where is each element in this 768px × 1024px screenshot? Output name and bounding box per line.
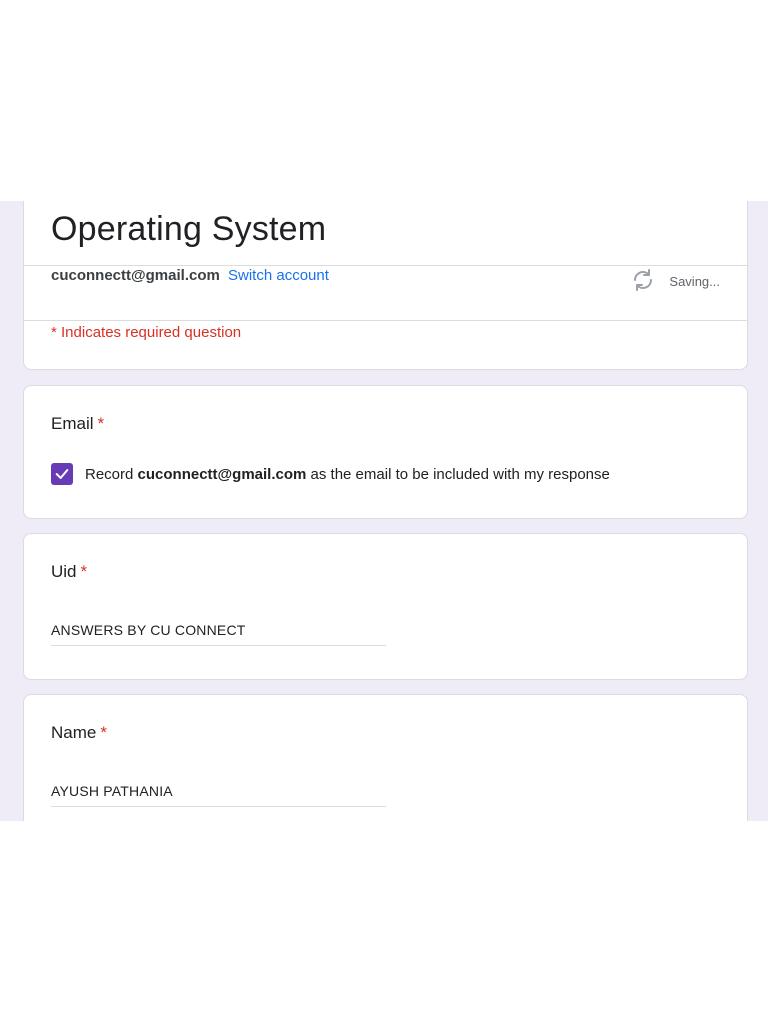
account-email: cuconnectt@gmail.com <box>51 267 220 284</box>
record-email-option[interactable]: Record cuconnectt@gmail.com as the email… <box>51 463 610 485</box>
record-email: cuconnectt@gmail.com <box>137 465 307 483</box>
account-row: cuconnectt@gmail.com Switch account <box>51 267 329 284</box>
uid-input[interactable]: ANSWERS BY CU CONNECT <box>51 622 386 646</box>
record-email-label: Record cuconnectt@gmail.com as the email… <box>85 466 610 483</box>
question-label: Uid <box>51 562 77 581</box>
saving-status: Saving... <box>631 268 720 295</box>
record-suffix: as the email to be included with my resp… <box>310 465 610 483</box>
checkmark-icon <box>55 469 69 479</box>
required-note: * Indicates required question <box>51 324 242 341</box>
question-label: Name <box>51 723 97 742</box>
question-card-name: Name * AYUSH PATHANIA <box>23 694 748 821</box>
required-asterisk: * <box>100 723 107 742</box>
form-title: Operating System <box>51 210 327 248</box>
name-input[interactable]: AYUSH PATHANIA <box>51 783 386 807</box>
question-card-uid: Uid * ANSWERS BY CU CONNECT <box>23 533 748 680</box>
header-divider-2 <box>24 320 747 321</box>
sync-icon <box>631 268 655 295</box>
question-label: Email <box>51 414 94 433</box>
form-header-card: Operating System cuconnectt@gmail.com Sw… <box>23 201 748 370</box>
saving-label: Saving... <box>669 274 720 289</box>
record-email-checkbox[interactable] <box>51 463 73 485</box>
page: Operating System cuconnectt@gmail.com Sw… <box>0 0 768 1024</box>
header-divider <box>24 265 747 266</box>
record-prefix: Record <box>85 465 134 483</box>
required-asterisk: * <box>97 414 105 433</box>
required-asterisk: * <box>80 562 88 581</box>
form-viewport[interactable]: Operating System cuconnectt@gmail.com Sw… <box>0 201 768 821</box>
switch-account-link[interactable]: Switch account <box>228 267 329 284</box>
question-title-name: Name * <box>51 723 107 743</box>
question-card-email: Email * Record cuconnectt@gmail.com as th… <box>23 385 748 519</box>
question-title-uid: Uid * <box>51 562 87 582</box>
question-title-email: Email * <box>51 414 104 434</box>
